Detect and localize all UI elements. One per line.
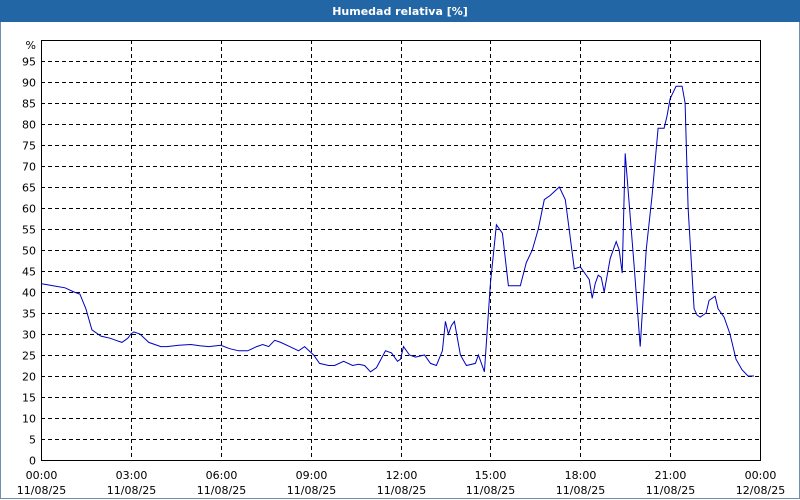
y-tick-label: 10: [22, 413, 36, 426]
x-tick-time-label: 15:00: [475, 469, 507, 482]
y-tick-label: 90: [22, 77, 36, 90]
y-tick-label: 25: [22, 350, 36, 363]
x-tick-date-label: 11/08/25: [17, 484, 66, 497]
y-axis-unit-label: %: [26, 39, 36, 52]
y-tick-label: 15: [22, 392, 36, 405]
humidity-chart: 0 5 10 15 20 25 30 35 40 45 50 55 60 65 70 75 80 85 90 95 0…: [17, 39, 785, 497]
y-tick-label: 60: [22, 203, 36, 216]
y-tick-label: 75: [22, 140, 36, 153]
x-tick-time-label: 18:00: [565, 469, 597, 482]
x-tick-time-label: 09:00: [296, 469, 328, 482]
y-tick-label: 65: [22, 182, 36, 195]
y-tick-label: 95: [22, 56, 36, 69]
x-tick-time-label: 03:00: [116, 469, 148, 482]
y-tick-label: 70: [22, 161, 36, 174]
x-tick-date-label: 12/08/25: [736, 484, 785, 497]
x-tick-time-label: 00:00: [745, 469, 777, 482]
y-tick-label: 40: [22, 287, 36, 300]
humidity-series-line: [40, 85, 754, 377]
y-axis-ticks: 0 5 10 15 20 25 30 35 40 45 50 55 60 65 70 75 80 85 90 95: [22, 56, 36, 468]
x-tick-time-label: 00:00: [26, 469, 58, 482]
y-tick-label: 50: [22, 245, 36, 258]
x-tick-date-label: 11/08/25: [466, 484, 515, 497]
x-tick-time-label: 06:00: [206, 469, 238, 482]
y-tick-label: 55: [22, 224, 36, 237]
x-tick-time-label: 12:00: [386, 469, 418, 482]
y-tick-label: 85: [22, 98, 36, 111]
y-tick-label: 30: [22, 329, 36, 342]
x-tick-date-label: 11/08/25: [646, 484, 695, 497]
x-tick-date-label: 11/08/25: [377, 484, 426, 497]
y-tick-label: 0: [29, 455, 36, 468]
x-tick-date-label: 11/08/25: [287, 484, 336, 497]
x-tick-time-label: 21:00: [655, 469, 687, 482]
x-tick-date-label: 11/08/25: [556, 484, 605, 497]
x-tick-date-label: 11/08/25: [107, 484, 156, 497]
grid-lines: [41, 40, 760, 460]
y-tick-label: 5: [29, 434, 36, 447]
y-tick-label: 80: [22, 119, 36, 132]
y-tick-label: 45: [22, 266, 36, 279]
y-tick-label: 20: [22, 371, 36, 384]
x-tick-date-label: 11/08/25: [197, 484, 246, 497]
x-axis-ticks: 00:00 11/08/25 03:00 11/08/25 06:00 11/08/25 0…: [17, 469, 785, 497]
y-tick-label: 35: [22, 308, 36, 321]
